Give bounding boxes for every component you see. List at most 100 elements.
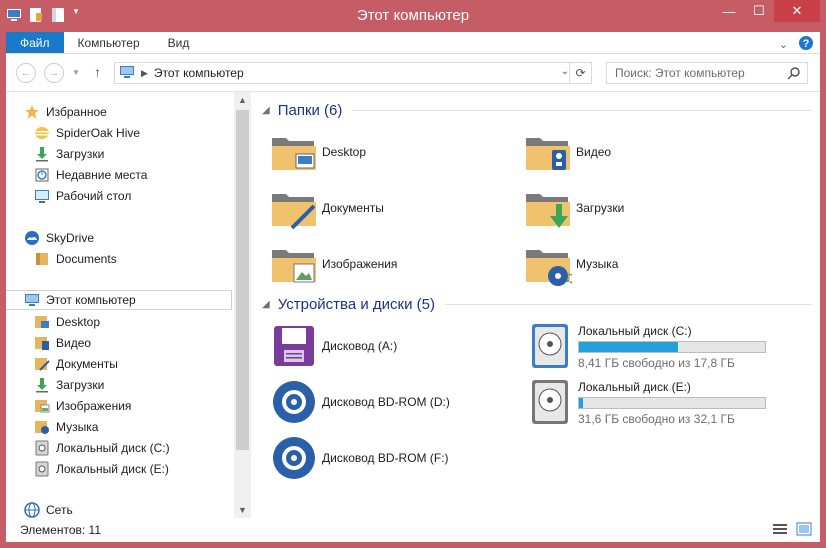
nav-label: Изображения xyxy=(56,399,132,413)
maximize-button[interactable]: ☐ xyxy=(744,0,774,22)
nav-favorites[interactable]: Избранное xyxy=(24,102,107,122)
documents-folder-icon xyxy=(34,356,50,372)
group-title: Устройства и диски (5) xyxy=(277,296,435,313)
disk-label: Локальный диск (E:) xyxy=(578,380,691,394)
nav-pc-video[interactable]: Видео xyxy=(34,333,91,353)
ribbon-right-controls: ⌄ ? xyxy=(779,35,814,54)
breadcrumb-chevron-icon[interactable]: ▶ xyxy=(141,68,148,79)
tab-computer[interactable]: Компьютер xyxy=(64,32,154,53)
disk-label: Локальный диск (C:) xyxy=(578,324,692,338)
desktop-folder-icon xyxy=(272,138,316,170)
pictures-folder-icon xyxy=(34,398,50,414)
expand-ribbon-icon[interactable]: ⌄ xyxy=(779,38,788,51)
star-icon xyxy=(24,104,40,120)
folder-desktop[interactable]: Desktop xyxy=(270,128,366,176)
music-folder-icon xyxy=(34,419,50,435)
nav-pc-music[interactable]: Музыка xyxy=(34,417,98,437)
details-view-icon[interactable] xyxy=(772,522,788,539)
address-box[interactable]: ▶ Этот компьютер ⌄ ⟳ xyxy=(114,62,592,84)
address-dropdown-icon[interactable]: ⌄ xyxy=(561,66,569,77)
search-input[interactable]: Поиск: Этот компьютер xyxy=(606,62,808,84)
search-placeholder: Поиск: Этот компьютер xyxy=(615,66,745,80)
nav-label: Desktop xyxy=(56,315,101,329)
nav-label: SkyDrive xyxy=(46,231,95,245)
nav-downloads-fav[interactable]: Загрузки xyxy=(34,144,104,164)
device-floppy[interactable]: Дисковод (A:) xyxy=(270,322,397,370)
tab-file[interactable]: Файл xyxy=(6,32,64,53)
nav-network[interactable]: Сеть xyxy=(24,500,73,520)
nav-pc-pictures[interactable]: Изображения xyxy=(34,396,131,416)
large-icons-view-icon[interactable] xyxy=(796,522,812,539)
disk-e[interactable]: Локальный диск (E:) 31,6 ГБ свободно из … xyxy=(526,378,766,426)
close-button[interactable]: ✕ xyxy=(774,0,820,22)
nav-pc-disk-c[interactable]: Локальный диск (C:) xyxy=(34,438,170,458)
nav-label: Документы xyxy=(56,357,118,371)
disk-free-text: 8,41 ГБ свободно из 17,8 ГБ xyxy=(578,356,735,370)
device-bd-f[interactable]: Дисковод BD-ROM (F:) xyxy=(270,434,449,482)
download-icon xyxy=(34,146,50,162)
nav-pc-disk-e[interactable]: Локальный диск (E:) xyxy=(34,459,169,479)
window-title: Этот компьютер xyxy=(356,7,470,24)
nav-this-pc[interactable]: Этот компьютер xyxy=(6,290,232,310)
folder-pictures[interactable]: Изображения xyxy=(270,240,397,288)
item-count: Элементов: 11 xyxy=(20,523,101,537)
tab-view[interactable]: Вид xyxy=(154,32,204,53)
nav-label: Локальный диск (C:) xyxy=(56,441,170,455)
nav-pc-downloads[interactable]: Загрузки xyxy=(34,375,104,395)
disk-c[interactable]: Локальный диск (C:) 8,41 ГБ свободно из … xyxy=(526,322,766,370)
nav-skydrive[interactable]: SkyDrive xyxy=(24,228,94,248)
nav-label: Загрузки xyxy=(56,147,105,161)
scrollbar-thumb[interactable] xyxy=(236,110,249,450)
explorer-window: ▼ Этот компьютер — ☐ ✕ Файл Компьютер Ви… xyxy=(0,0,826,548)
nav-desktop-fav[interactable]: Рабочий стол xyxy=(34,186,131,206)
content-pane: ◢ Папки (6) Desktop Видео Документы Загр… xyxy=(258,92,820,518)
disk-usage-fill xyxy=(579,398,583,408)
optical-disc-icon xyxy=(273,381,315,423)
nav-documents-sky[interactable]: Documents xyxy=(34,249,117,269)
device-bd-d[interactable]: Дисковод BD-ROM (D:) xyxy=(270,378,450,426)
nav-label: Избранное xyxy=(46,105,107,119)
breadcrumb[interactable]: Этот компьютер xyxy=(154,66,244,80)
documents-folder-icon xyxy=(272,194,316,230)
address-bar-row: ← → ▼ ↑ ▶ Этот компьютер ⌄ ⟳ Поиск: Этот… xyxy=(6,54,820,92)
desktop-icon xyxy=(34,188,50,204)
nav-scrollbar[interactable]: ▲ ▼ xyxy=(234,92,251,518)
search-icon[interactable] xyxy=(787,66,801,83)
skydrive-icon xyxy=(24,230,40,246)
scroll-down-icon[interactable]: ▼ xyxy=(234,502,251,518)
nav-label: SpiderOak Hive xyxy=(56,126,141,140)
collapse-chevron-icon[interactable]: ◢ xyxy=(262,105,270,116)
nav-pc-desktop[interactable]: Desktop xyxy=(34,312,100,332)
desktop-folder-icon xyxy=(34,314,50,330)
nav-pc-documents[interactable]: Документы xyxy=(34,354,118,374)
collapse-chevron-icon[interactable]: ◢ xyxy=(262,299,270,310)
network-icon xyxy=(24,502,40,518)
folder-icon xyxy=(34,251,50,267)
group-title: Папки (6) xyxy=(277,102,343,119)
video-folder-icon xyxy=(526,138,570,170)
help-icon[interactable]: ? xyxy=(798,35,814,54)
up-arrow-icon[interactable]: ↑ xyxy=(94,64,101,80)
forward-button[interactable]: → xyxy=(44,63,64,83)
back-button[interactable]: ← xyxy=(16,63,36,83)
minimize-button[interactable]: — xyxy=(714,0,744,22)
folder-music[interactable]: ♫ Музыка xyxy=(524,240,618,288)
main-area: Избранное SpiderOak Hive Загрузки Недавн… xyxy=(6,92,820,518)
folder-label: Документы xyxy=(322,201,384,215)
nav-recent[interactable]: Недавние места xyxy=(34,165,147,185)
folder-downloads[interactable]: Загрузки xyxy=(524,184,624,232)
devices-group-header[interactable]: ◢ Устройства и диски (5) xyxy=(262,296,812,313)
pictures-folder-icon xyxy=(272,250,316,283)
folder-video[interactable]: Видео xyxy=(524,128,611,176)
folder-documents[interactable]: Документы xyxy=(270,184,384,232)
recent-locations-icon[interactable]: ▼ xyxy=(72,68,80,77)
ribbon-tabs: Файл Компьютер Вид ⌄ ? xyxy=(6,32,820,54)
nav-spideroak[interactable]: SpiderOak Hive xyxy=(34,123,140,143)
refresh-button[interactable]: ⟳ xyxy=(569,63,591,83)
nav-label: Локальный диск (E:) xyxy=(56,462,169,476)
folder-label: Desktop xyxy=(322,145,367,159)
nav-label: Сеть xyxy=(46,503,73,517)
scroll-up-icon[interactable]: ▲ xyxy=(234,92,251,108)
folders-group-header[interactable]: ◢ Папки (6) xyxy=(262,102,812,119)
downloads-folder-icon xyxy=(526,194,570,228)
